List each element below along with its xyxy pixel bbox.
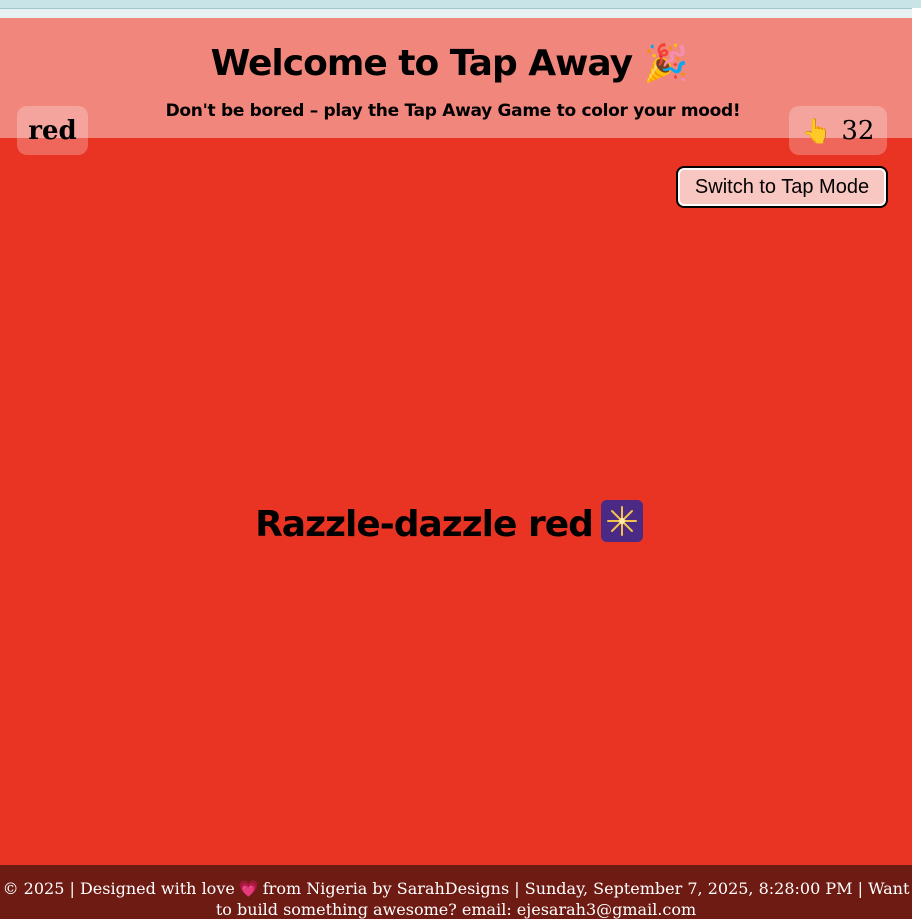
page-title-text: Welcome to Tap Away	[210, 43, 633, 84]
mood-message: Razzle-dazzle red	[0, 500, 898, 545]
current-color-label: red	[28, 115, 77, 146]
tap-counter-badge: 👆 32	[789, 106, 887, 155]
top-strip	[0, 0, 921, 9]
mood-message-text: Razzle-dazzle red	[255, 504, 594, 545]
current-color-badge: red	[17, 106, 88, 155]
pointing-hand-icon: 👆	[801, 116, 832, 145]
tap-count-value: 32	[841, 115, 875, 146]
fireworks-icon-graphic	[600, 500, 643, 542]
footer-details: from Nigeria by SarahDesigns | Sunday, S…	[215, 879, 910, 919]
page-subtitle: Don't be bored – play the Tap Away Game …	[165, 101, 741, 121]
switch-mode-button[interactable]: Switch to Tap Mode	[676, 166, 888, 208]
scrollbar-gutter	[912, 8, 921, 919]
footer-copyright: © 2025 | Designed with love	[2, 879, 235, 898]
footer: © 2025 | Designed with love 💗 from Nigeria…	[0, 865, 912, 919]
heart-icon: 💗	[238, 879, 259, 898]
game-area[interactable]	[0, 18, 912, 866]
page-title: Welcome to Tap Away 🎉	[0, 42, 898, 84]
party-popper-icon: 🎉	[643, 43, 689, 84]
fireworks-icon	[600, 500, 643, 542]
